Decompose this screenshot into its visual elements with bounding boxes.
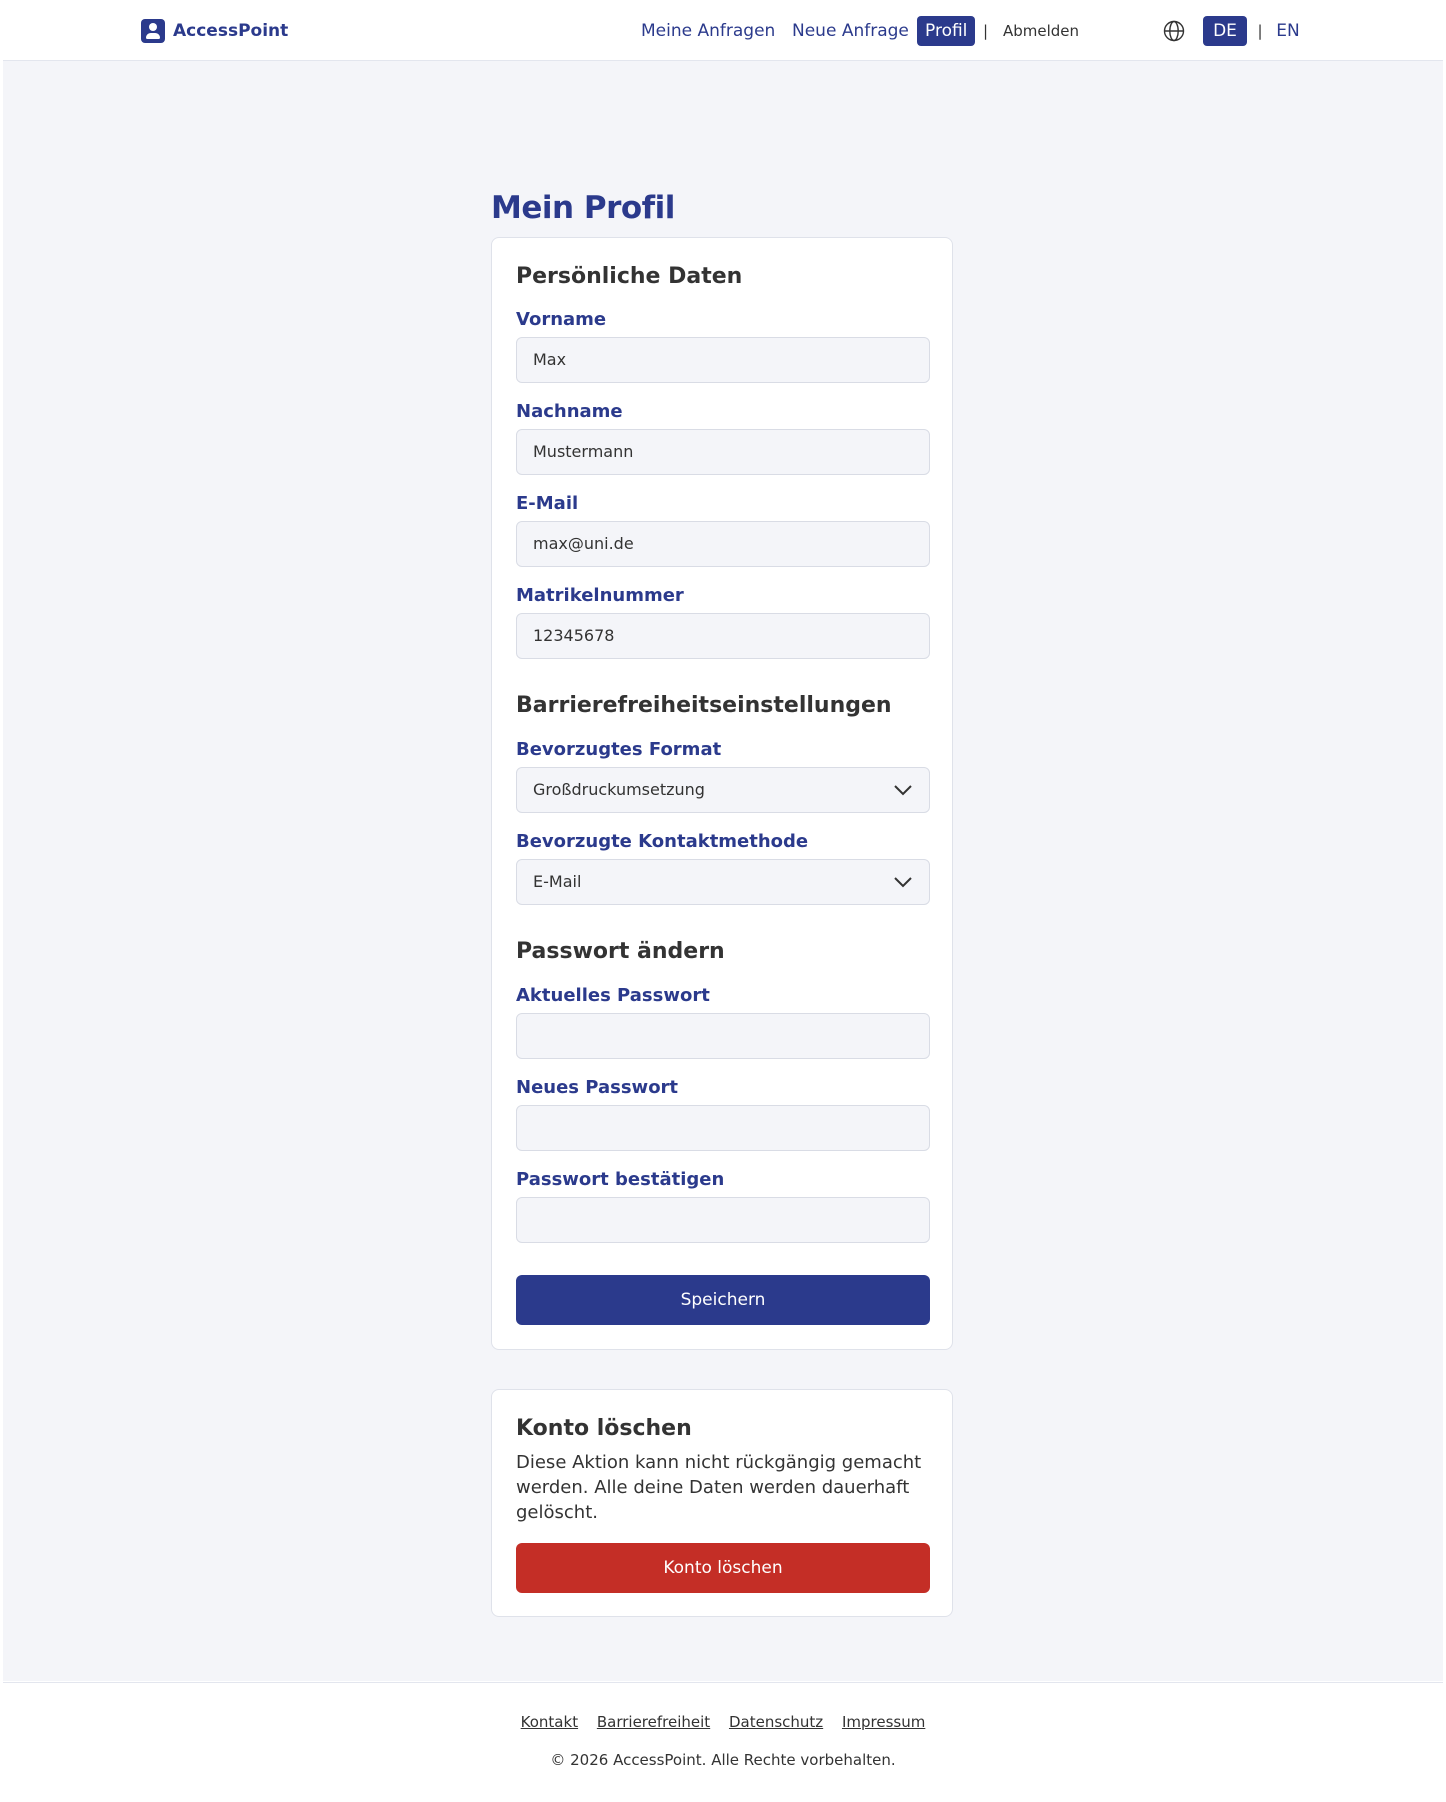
delete-account-heading: Konto löschen — [516, 1416, 692, 1441]
first-name-label: Vorname — [516, 309, 607, 330]
footer-link-accessibility[interactable]: Barrierefreiheit — [597, 1713, 710, 1731]
accessibility-heading: Barrierefreiheitseinstellungen — [516, 693, 892, 718]
preferred-contact-select[interactable]: E-Mail — [516, 859, 930, 905]
last-name-label: Nachname — [516, 401, 623, 422]
app-window: AccessPoint Meine Anfragen Neue Anfrage … — [3, 0, 1443, 1802]
top-header: AccessPoint Meine Anfragen Neue Anfrage … — [3, 0, 1443, 61]
preferred-contact-label: Bevorzugte Kontaktmethode — [516, 831, 809, 852]
nav-separator: | — [983, 22, 989, 40]
lang-separator: | — [1257, 22, 1263, 40]
current-password-input[interactable] — [516, 1013, 930, 1059]
preferred-contact-value: E-Mail — [533, 872, 582, 891]
lang-en-button[interactable]: EN — [1271, 16, 1305, 46]
nav-new-request[interactable]: Neue Anfrage — [792, 16, 909, 46]
user-badge-icon — [141, 19, 165, 43]
preferred-format-label: Bevorzugtes Format — [516, 739, 722, 760]
preferred-format-value: Großdruckumsetzung — [533, 780, 705, 799]
preferred-format-select[interactable]: Großdruckumsetzung — [516, 767, 930, 813]
save-button[interactable]: Speichern — [516, 1275, 930, 1325]
student-id-label: Matrikelnummer — [516, 585, 684, 606]
logo[interactable]: AccessPoint — [141, 18, 288, 44]
nav-logout[interactable]: Abmelden — [1003, 16, 1079, 46]
footer-link-contact[interactable]: Kontakt — [521, 1713, 578, 1731]
globe-icon — [1163, 20, 1185, 42]
nav-profile[interactable]: Profil — [917, 16, 976, 46]
profile-card: Persönliche Daten Vorname Max Nachname M… — [491, 237, 953, 1350]
main-content: Mein Profil Persönliche Daten Vorname Ma… — [3, 61, 1443, 1681]
nav-my-requests[interactable]: Meine Anfragen — [641, 16, 775, 46]
new-password-label: Neues Passwort — [516, 1077, 679, 1098]
delete-account-card: Konto löschen Diese Aktion kann nicht rü… — [491, 1389, 953, 1617]
app-name: AccessPoint — [173, 21, 289, 41]
footer-links: Kontakt Barrierefreiheit Datenschutz Imp… — [3, 1713, 1443, 1731]
footer-link-privacy[interactable]: Datenschutz — [729, 1713, 823, 1731]
footer: Kontakt Barrierefreiheit Datenschutz Imp… — [3, 1682, 1443, 1802]
chevron-down-icon — [894, 877, 912, 888]
last-name-input[interactable]: Mustermann — [516, 429, 930, 475]
student-id-input[interactable]: 12345678 — [516, 613, 930, 659]
lang-de-button[interactable]: DE — [1203, 16, 1247, 46]
new-password-input[interactable] — [516, 1105, 930, 1151]
email-input[interactable]: max@uni.de — [516, 521, 930, 567]
chevron-down-icon — [894, 785, 912, 796]
password-heading: Passwort ändern — [516, 939, 725, 964]
delete-account-button[interactable]: Konto löschen — [516, 1543, 930, 1593]
confirm-password-label: Passwort bestätigen — [516, 1169, 725, 1190]
confirm-password-input[interactable] — [516, 1197, 930, 1243]
page-title: Mein Profil — [491, 190, 675, 226]
delete-warning-text: Diese Aktion kann nicht rückgängig gemac… — [516, 1452, 922, 1523]
current-password-label: Aktuelles Passwort — [516, 985, 710, 1006]
copyright: © 2026 AccessPoint. Alle Rechte vorbehal… — [550, 1751, 896, 1769]
footer-link-imprint[interactable]: Impressum — [842, 1713, 925, 1731]
email-label: E-Mail — [516, 493, 579, 514]
first-name-input[interactable]: Max — [516, 337, 930, 383]
personal-data-heading: Persönliche Daten — [516, 264, 743, 289]
